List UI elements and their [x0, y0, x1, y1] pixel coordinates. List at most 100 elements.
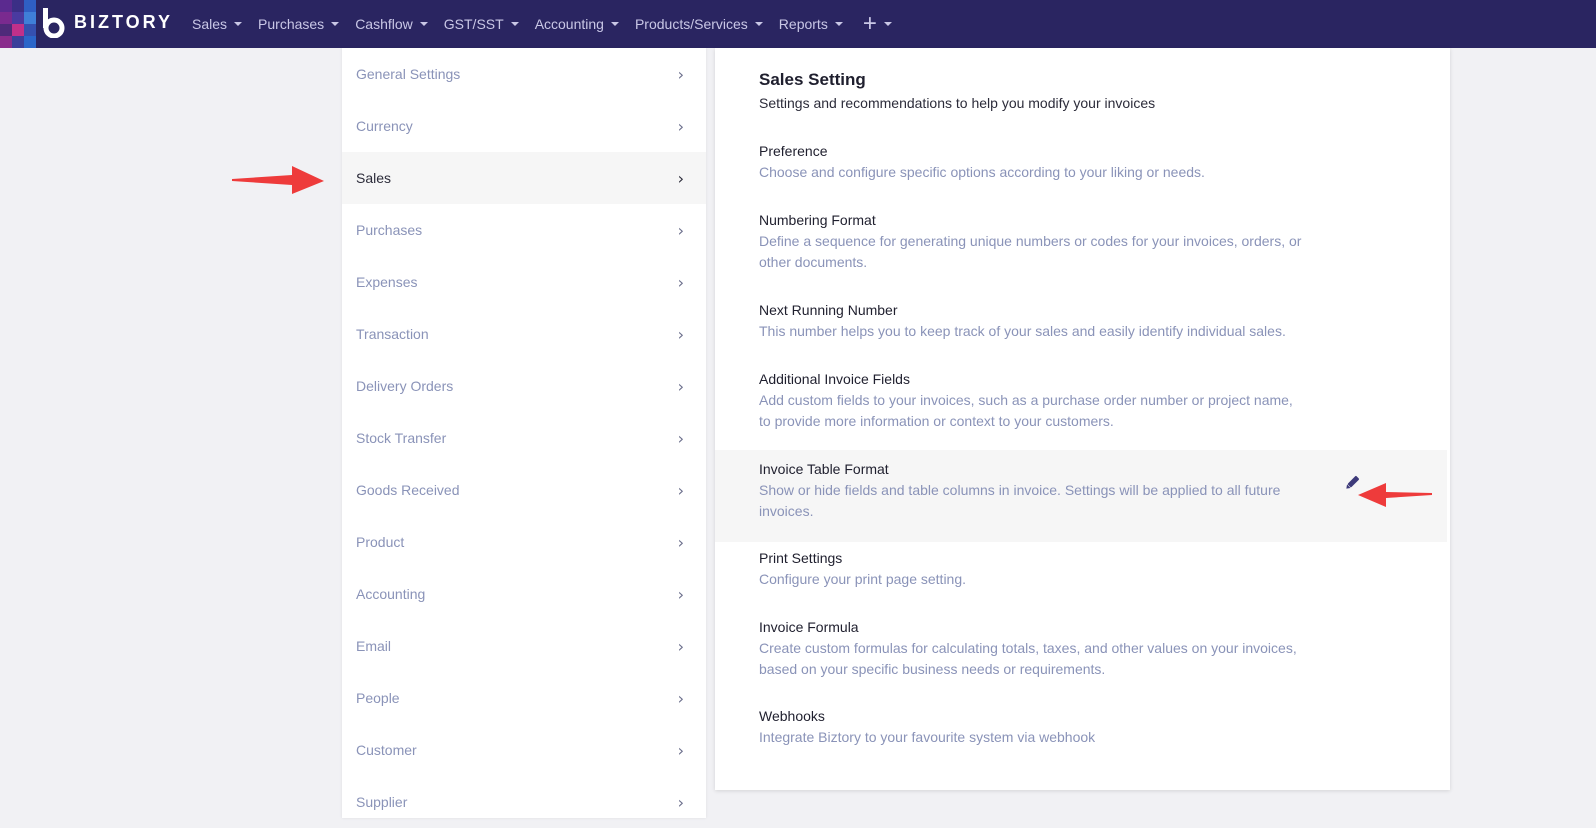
top-navbar: BIZTORY Sales Purchases Cashflow GST/SST…: [0, 0, 1596, 48]
menu-item-currency[interactable]: Currency ›: [342, 100, 706, 152]
setting-description: This number helps you to keep track of y…: [759, 323, 1286, 339]
panel-title: Sales Setting: [759, 70, 866, 89]
chevron-right-icon: ›: [677, 480, 684, 500]
menu-item-goods-received[interactable]: Goods Received ›: [342, 464, 706, 516]
setting-title: Preference: [759, 143, 828, 159]
nav-cashflow[interactable]: Cashflow: [355, 16, 428, 32]
caret-down-icon: [754, 22, 763, 26]
nav-products-services[interactable]: Products/Services: [635, 16, 763, 32]
nav-label: Purchases: [258, 16, 325, 32]
menu-item-label: Purchases: [356, 222, 423, 238]
nav-label: Reports: [778, 16, 828, 32]
setting-title: Additional Invoice Fields: [759, 371, 910, 387]
caret-down-icon: [883, 22, 892, 26]
setting-title: Webhooks: [759, 708, 825, 724]
setting-invoice-table-format[interactable]: Invoice Table Format Show or hide fields…: [715, 450, 1447, 542]
menu-item-customer[interactable]: Customer ›: [342, 724, 706, 776]
menu-item-label: Accounting: [356, 586, 426, 602]
menu-item-supplier[interactable]: Supplier ›: [342, 776, 706, 828]
menu-item-label: Supplier: [356, 794, 408, 810]
menu-item-label: Customer: [356, 742, 417, 758]
nav-label: Accounting: [534, 16, 604, 32]
caret-down-icon: [510, 22, 519, 26]
nav-purchases[interactable]: Purchases: [258, 16, 340, 32]
menu-item-email[interactable]: Email ›: [342, 620, 706, 672]
setting-description: Create custom formulas for calculating t…: [759, 640, 1297, 677]
setting-description: Configure your print page setting.: [759, 571, 967, 587]
setting-invoice-formula[interactable]: Invoice Formula Create custom formulas f…: [715, 617, 1447, 680]
menu-item-transaction[interactable]: Transaction ›: [342, 308, 706, 360]
biztory-logo-icon[interactable]: [40, 8, 66, 38]
menu-item-delivery-orders[interactable]: Delivery Orders ›: [342, 360, 706, 412]
nav-accounting[interactable]: Accounting: [535, 16, 619, 32]
caret-down-icon: [834, 22, 843, 26]
caret-down-icon: [419, 22, 428, 26]
setting-description: Integrate Biztory to your favourite syst…: [759, 729, 1096, 745]
chevron-right-icon: ›: [677, 272, 684, 292]
caret-down-icon: [234, 22, 243, 26]
menu-item-general-settings[interactable]: General Settings ›: [342, 48, 706, 100]
plus-icon: +: [862, 10, 877, 37]
chevron-right-icon: ›: [677, 428, 684, 448]
setting-title: Invoice Formula: [759, 619, 859, 635]
setting-preference[interactable]: Preference Choose and configure specific…: [715, 141, 1447, 183]
menu-item-label: Expenses: [356, 274, 418, 290]
brand-name[interactable]: BIZTORY: [74, 12, 173, 33]
menu-item-label: Delivery Orders: [356, 378, 454, 394]
menu-item-expenses[interactable]: Expenses ›: [342, 256, 706, 308]
setting-description: Define a sequence for generating unique …: [759, 233, 1302, 270]
caret-down-icon: [331, 22, 340, 26]
setting-title: Numbering Format: [759, 212, 876, 228]
menu-item-product[interactable]: Product ›: [342, 516, 706, 568]
setting-title: Next Running Number: [759, 302, 898, 318]
chevron-right-icon: ›: [677, 740, 684, 760]
nav-gst-sst[interactable]: GST/SST: [444, 16, 519, 32]
setting-description: Choose and configure specific options ac…: [759, 164, 1205, 180]
panel-subtitle: Settings and recommendations to help you…: [759, 95, 1156, 111]
setting-webhooks[interactable]: Webhooks Integrate Biztory to your favou…: [715, 706, 1447, 748]
menu-item-purchases[interactable]: Purchases ›: [342, 204, 706, 256]
setting-description: Add custom fields to your invoices, such…: [759, 392, 1293, 429]
menu-item-people[interactable]: People ›: [342, 672, 706, 724]
menu-item-label: Product: [356, 534, 405, 550]
chevron-right-icon: ›: [677, 220, 684, 240]
setting-print-settings[interactable]: Print Settings Configure your print page…: [715, 548, 1447, 590]
chevron-right-icon: ›: [677, 116, 684, 136]
chevron-right-icon: ›: [677, 792, 684, 812]
nav-reports[interactable]: Reports: [779, 16, 843, 32]
annotation-arrow-right-icon: [232, 166, 324, 194]
menu-item-label: People: [356, 690, 400, 706]
menu-item-label: Stock Transfer: [356, 430, 447, 446]
menu-item-sales[interactable]: Sales ›: [342, 152, 706, 204]
menu-item-accounting[interactable]: Accounting ›: [342, 568, 706, 620]
menu-item-label: Sales: [356, 170, 392, 186]
nav-label: Sales: [192, 16, 228, 32]
annotation-arrow-left-icon: [1358, 483, 1432, 507]
chevron-right-icon: ›: [677, 376, 684, 396]
add-new-button[interactable]: +: [863, 10, 892, 38]
setting-title: Print Settings: [759, 550, 843, 566]
nav-label: GST/SST: [443, 16, 504, 32]
setting-next-running-number[interactable]: Next Running Number This number helps yo…: [715, 300, 1447, 342]
menu-item-label: Transaction: [356, 326, 429, 342]
setting-numbering-format[interactable]: Numbering Format Define a sequence for g…: [715, 210, 1447, 273]
setting-title: Invoice Table Format: [759, 461, 889, 477]
caret-down-icon: [610, 22, 619, 26]
setting-additional-invoice-fields[interactable]: Additional Invoice Fields Add custom fie…: [715, 369, 1447, 432]
nav-sales[interactable]: Sales: [192, 16, 243, 32]
sales-setting-panel: Sales Setting Settings and recommendatio…: [715, 48, 1450, 790]
nav-label: Cashflow: [355, 16, 413, 32]
chevron-right-icon: ›: [677, 324, 684, 344]
chevron-right-icon: ›: [677, 584, 684, 604]
chevron-right-icon: ›: [677, 636, 684, 656]
nav-label: Products/Services: [634, 16, 748, 32]
menu-item-label: General Settings: [356, 66, 461, 82]
settings-menu: General Settings › Currency › Sales › Purch…: [342, 48, 706, 818]
setting-description: Show or hide fields and table columns in…: [759, 482, 1281, 519]
chevron-right-icon: ›: [677, 168, 684, 188]
menu-item-stock-transfer[interactable]: Stock Transfer ›: [342, 412, 706, 464]
menu-item-label: Goods Received: [356, 482, 460, 498]
menu-item-label: Email: [356, 638, 392, 654]
chevron-right-icon: ›: [677, 532, 684, 552]
main-nav: Sales Purchases Cashflow GST/SST Account…: [192, 0, 892, 48]
